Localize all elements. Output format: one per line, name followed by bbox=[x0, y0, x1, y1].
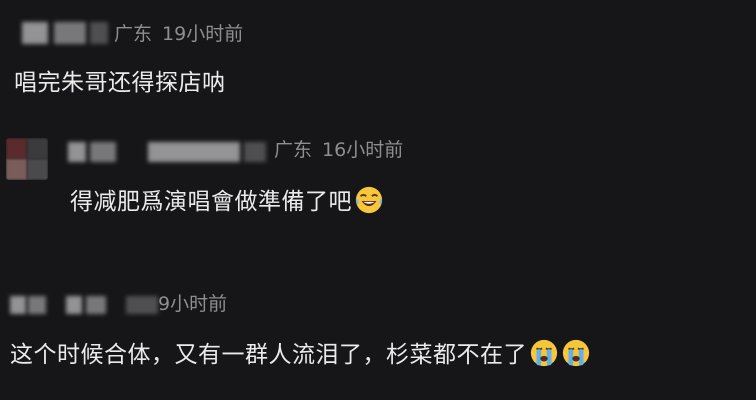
username-redacted[interactable] bbox=[66, 296, 82, 314]
crying-emoji-icon bbox=[530, 339, 558, 367]
username-redacted[interactable] bbox=[126, 296, 158, 314]
comment-time: 9小时前 bbox=[158, 293, 228, 315]
avatar[interactable] bbox=[6, 138, 48, 180]
laughing-tears-emoji-icon bbox=[355, 186, 383, 214]
comment-meta: 广东 19小时前 bbox=[114, 22, 253, 46]
comment-meta: 9小时前 bbox=[158, 292, 237, 316]
username-redacted[interactable] bbox=[90, 22, 108, 44]
comment-text-body: 得减肥爲演唱會做準備了吧 bbox=[70, 189, 352, 215]
crying-emoji-icon bbox=[562, 339, 590, 367]
comment-list: 广东 19小时前 唱完朱哥还得探店呐 广东 16小时前 得减肥爲演唱會做準備了吧 bbox=[0, 0, 756, 400]
username-redacted[interactable] bbox=[68, 142, 86, 162]
comment-text: 唱完朱哥还得探店呐 bbox=[14, 70, 226, 96]
username-redacted[interactable] bbox=[22, 22, 48, 44]
comment-text: 得减肥爲演唱會做準備了吧 bbox=[70, 185, 384, 217]
username-redacted[interactable] bbox=[10, 296, 26, 314]
comment-time: 16小时前 bbox=[322, 139, 404, 161]
comment-meta: 广东 16小时前 bbox=[274, 138, 413, 162]
username-redacted[interactable] bbox=[28, 296, 46, 314]
comment-location: 广东 bbox=[274, 139, 313, 161]
username-redacted[interactable] bbox=[54, 22, 86, 44]
username-redacted[interactable] bbox=[244, 142, 266, 162]
comment-time: 19小时前 bbox=[162, 23, 244, 45]
comment-text-body: 这个时候合体，又有一群人流泪了，杉菜都不在了 bbox=[10, 342, 527, 368]
username-redacted[interactable] bbox=[148, 142, 240, 162]
username-redacted[interactable] bbox=[86, 296, 106, 314]
comment-text: 这个时候合体，又有一群人流泪了，杉菜都不在了 bbox=[10, 338, 591, 370]
comment-location: 广东 bbox=[114, 23, 153, 45]
username-redacted[interactable] bbox=[90, 142, 116, 162]
